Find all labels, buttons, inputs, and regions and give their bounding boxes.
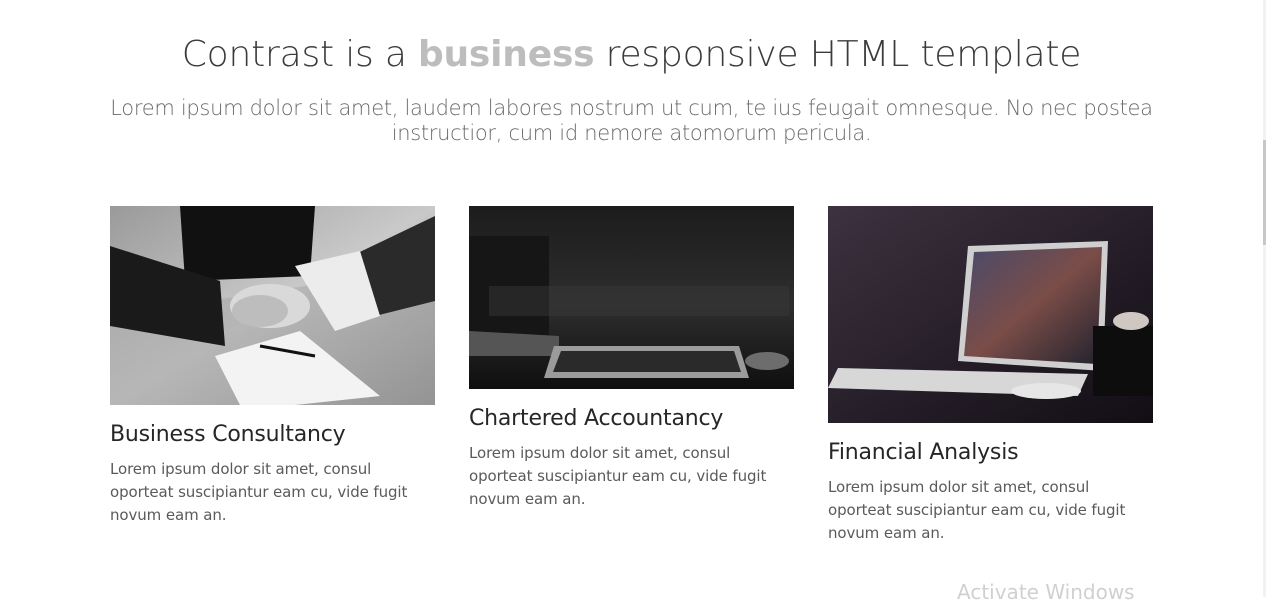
service-card-chartered-accountancy: Chartered Accountancy Lorem ipsum dolor …: [469, 206, 794, 511]
laptop-image[interactable]: [828, 206, 1153, 423]
service-title[interactable]: Financial Analysis: [828, 439, 1153, 467]
service-title[interactable]: Chartered Accountancy: [469, 405, 794, 433]
hero-title-part1: Contrast is a: [181, 34, 418, 75]
hero-subtitle: Lorem ipsum dolor sit amet, laudem labor…: [110, 96, 1153, 145]
hero-title: Contrast is a business responsive HTML t…: [0, 32, 1263, 78]
service-description: Lorem ipsum dolor sit amet, consul oport…: [110, 460, 408, 524]
service-card-business-consultancy: Business Consultancy Lorem ipsum dolor s…: [110, 206, 435, 527]
handshake-image[interactable]: [110, 206, 435, 405]
service-description: Lorem ipsum dolor sit amet, consul oport…: [828, 478, 1126, 542]
service-title[interactable]: Business Consultancy: [110, 421, 435, 449]
service-card-financial-analysis: Financial Analysis Lorem ipsum dolor sit…: [828, 206, 1153, 545]
hero-section: Contrast is a business responsive HTML t…: [0, 32, 1263, 146]
hero-title-part2: responsive HTML template: [594, 34, 1082, 75]
service-description: Lorem ipsum dolor sit amet, consul oport…: [469, 444, 767, 508]
keyboard-image[interactable]: [469, 206, 794, 389]
activate-windows-watermark: Activate Windows: [957, 580, 1135, 604]
hero-title-highlight: business: [417, 34, 595, 75]
